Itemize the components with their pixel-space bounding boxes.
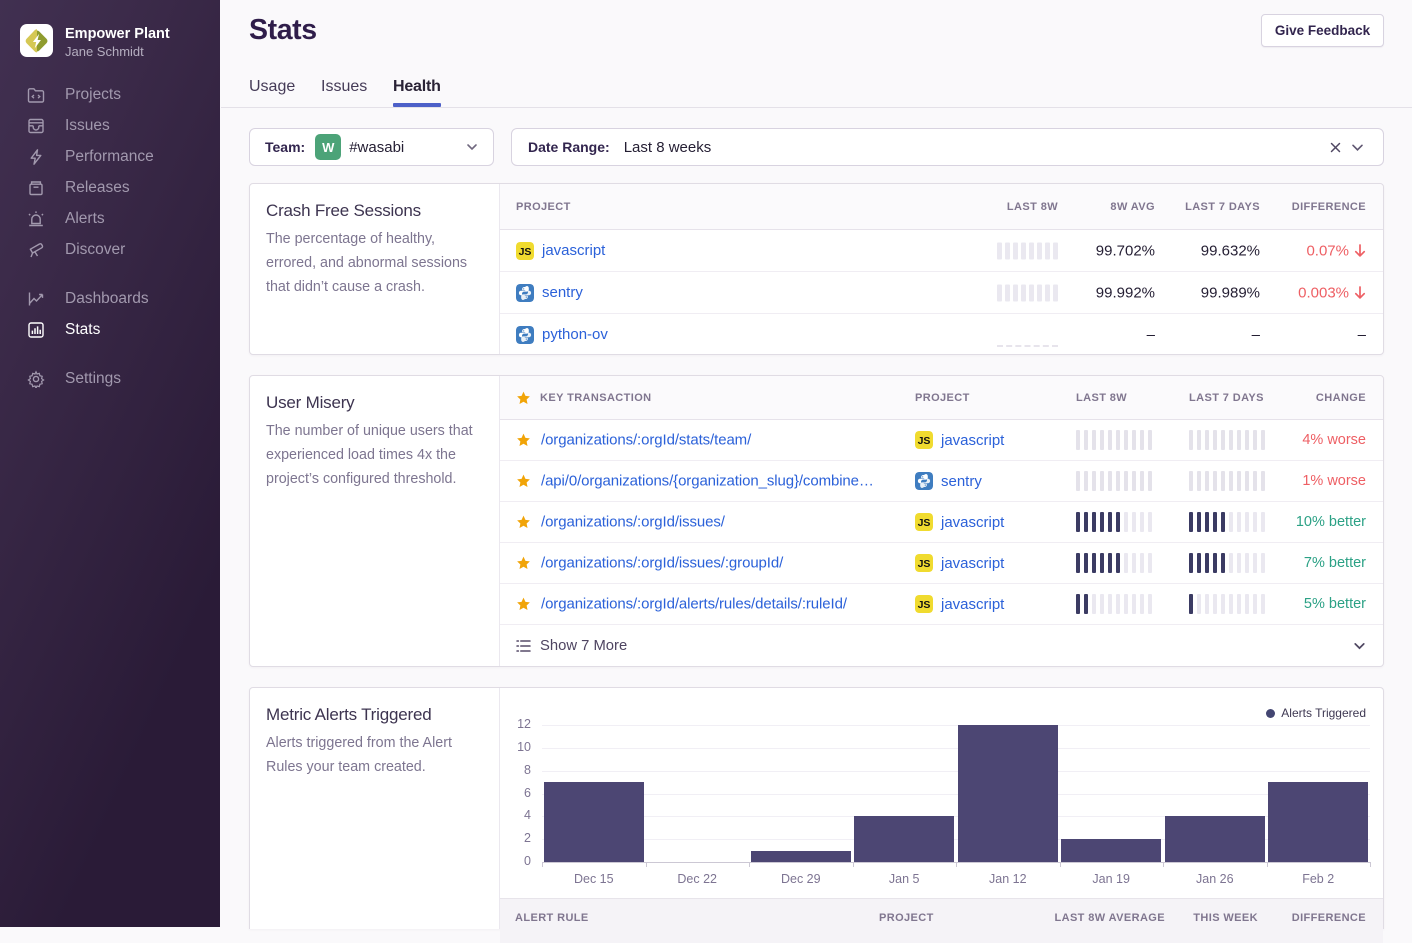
svg-text:JS: JS [918,599,931,611]
svg-text:JS: JS [918,558,931,570]
svg-text:JS: JS [519,246,532,258]
svg-text:JS: JS [918,517,931,529]
svg-text:JS: JS [918,435,931,447]
